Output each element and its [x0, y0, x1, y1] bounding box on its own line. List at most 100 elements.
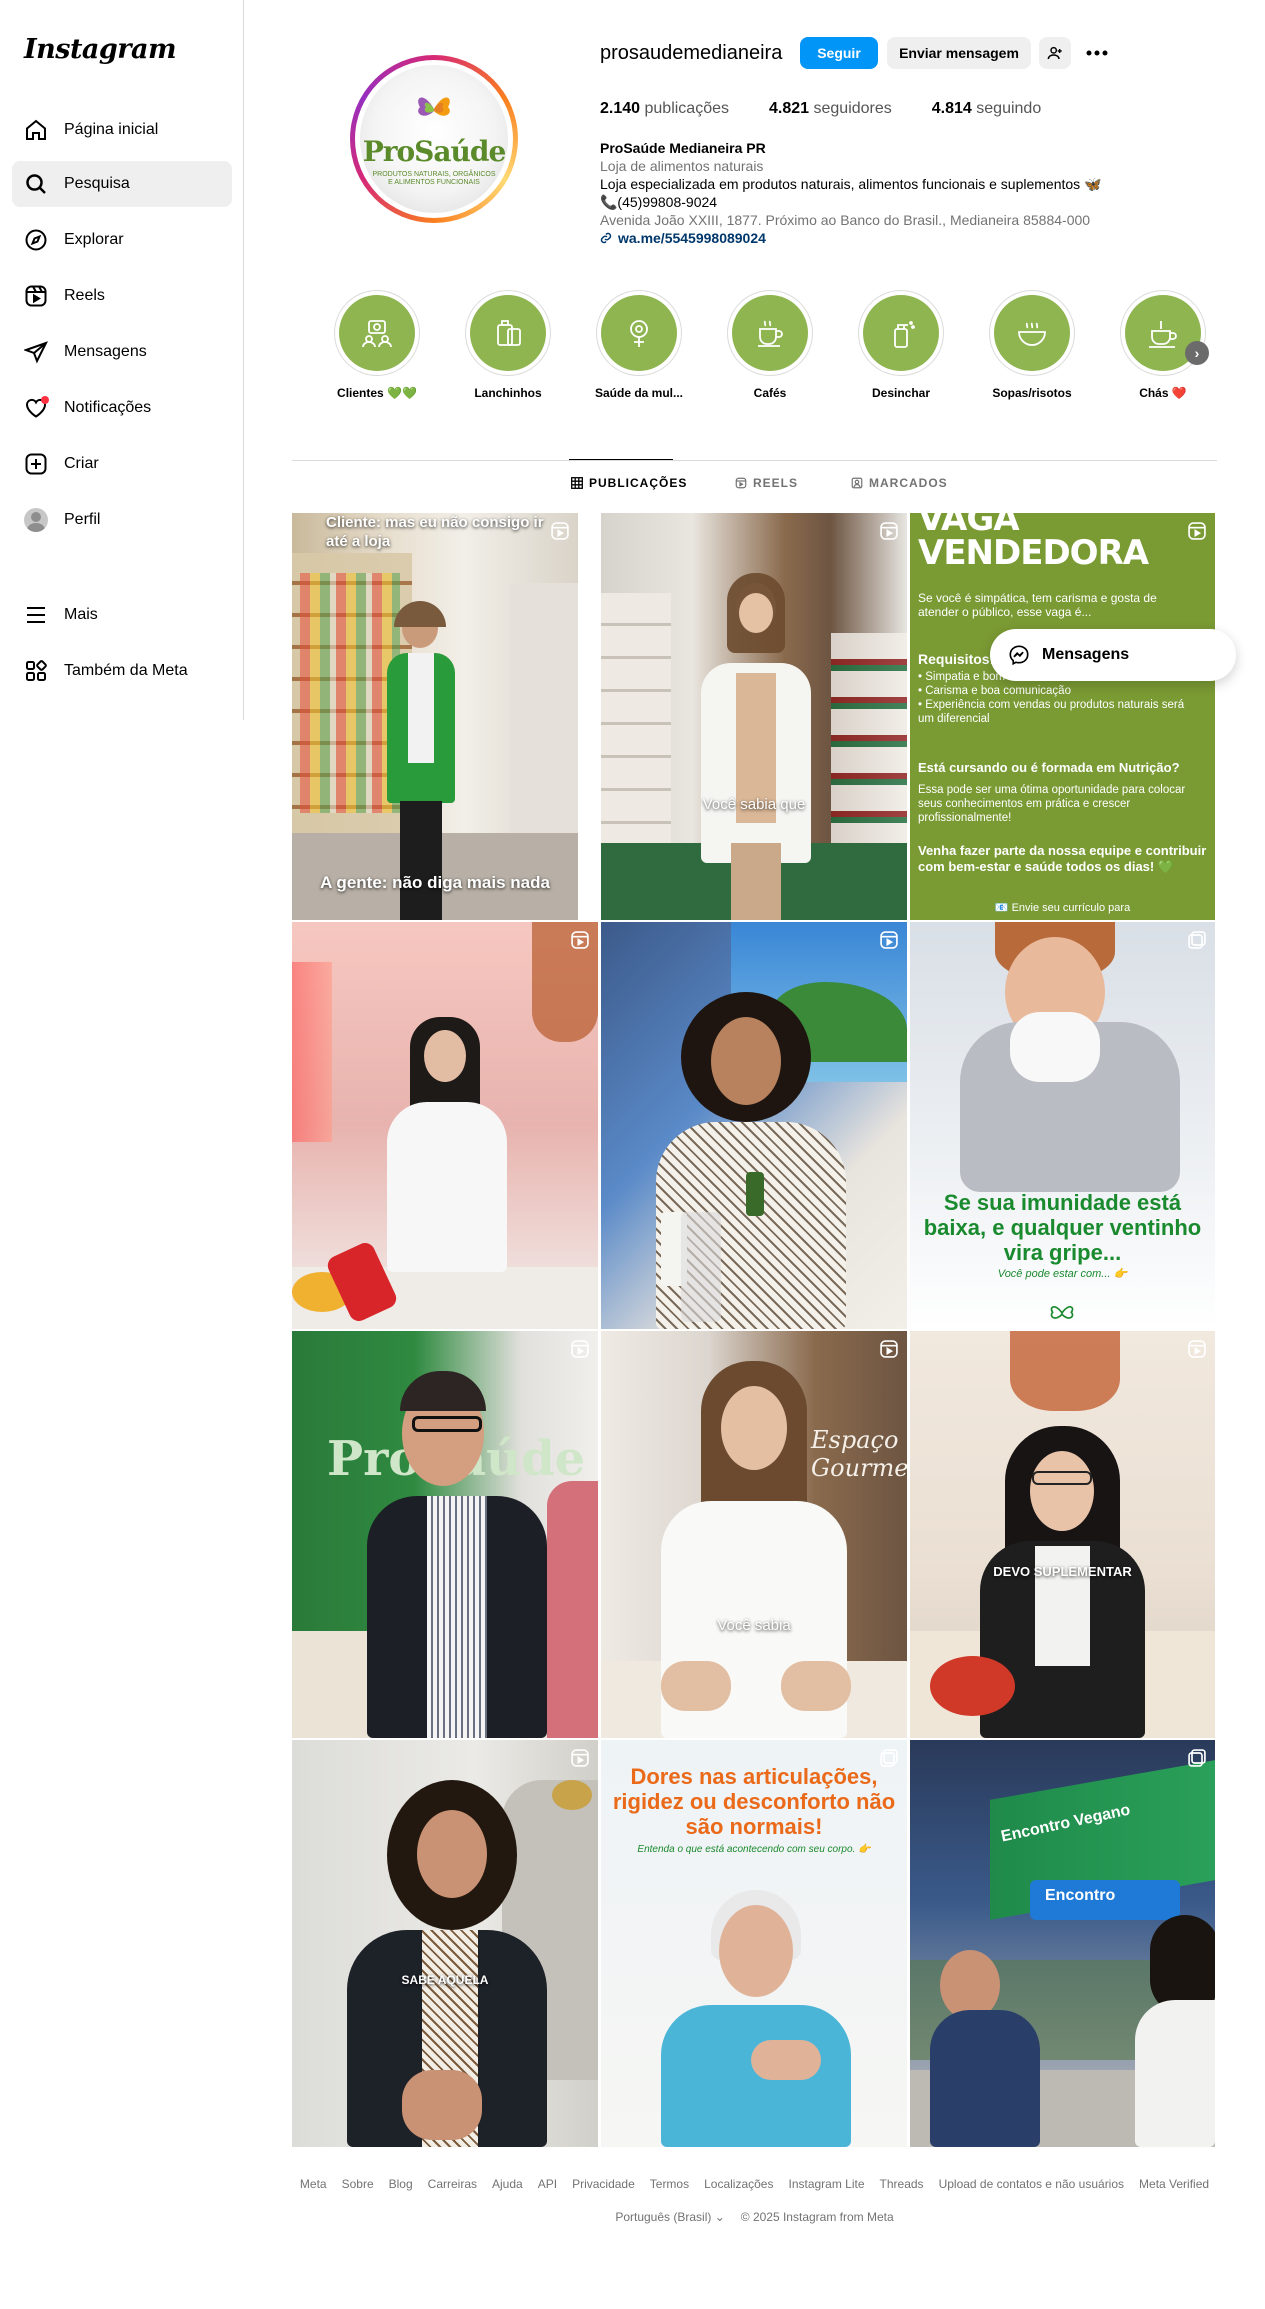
sidebar-item-messages[interactable]: Mensagens [12, 329, 232, 375]
profile-bio: ProSaúde Medianeira PR Loja de alimentos… [600, 139, 1120, 247]
sidebar-item-also-from-meta[interactable]: Também da Meta [12, 648, 232, 694]
highlight-sopas[interactable]: Sopas/risotos [987, 290, 1077, 400]
instagram-logo[interactable]: Instagram [24, 34, 177, 65]
footer-link[interactable]: Localizações [704, 2177, 773, 2191]
post-tile[interactable]: SABE AQUELA [292, 1740, 598, 2147]
menu-icon [24, 603, 48, 627]
highlight-label: Cafés [753, 386, 787, 400]
post-subtext: Você pode estar com... 👉 [997, 1268, 1128, 1280]
footer-link[interactable]: Instagram Lite [788, 2177, 864, 2191]
footer-link[interactable]: Ajuda [492, 2177, 523, 2191]
coffee-icon [758, 320, 783, 347]
post-caption-top: Cliente: mas eu não consigo ir até a loj… [326, 514, 544, 550]
following-count[interactable]: 4.814 seguindo [932, 100, 1041, 118]
footer-bottom: Português (Brasil) ⌄ © 2025 Instagram fr… [292, 2210, 1217, 2224]
more-options-button[interactable] [1081, 37, 1113, 69]
post-tile[interactable]: ProSaúde [292, 1331, 598, 1738]
post-title-line2: VENDEDORA [918, 533, 1149, 573]
footer-link[interactable]: Meta Verified [1139, 2177, 1209, 2191]
footer-link[interactable]: Blog [389, 2177, 413, 2191]
footer-link[interactable]: Meta [300, 2177, 327, 2191]
post-footer: 📧 Envie seu currículo para [994, 902, 1131, 914]
suggested-users-button[interactable] [1039, 37, 1071, 69]
footer-link[interactable]: Sobre [342, 2177, 374, 2191]
send-icon [24, 340, 48, 364]
tab-reels[interactable]: REELS [735, 476, 798, 490]
sidebar-item-create[interactable]: Criar [12, 441, 232, 487]
language-selector[interactable]: Português (Brasil) ⌄ [615, 2210, 724, 2224]
sidebar-item-more[interactable]: Mais [12, 592, 232, 638]
sidebar: Instagram Página inicial Pesquisa Explor… [0, 0, 244, 720]
search-icon [24, 172, 48, 196]
post-tile[interactable]: Você sabia que [601, 513, 907, 920]
post-tile[interactable]: Espaço Gourmet Você sabia [601, 1331, 907, 1738]
tea-icon [1149, 321, 1177, 348]
grid-icon [571, 477, 583, 489]
tab-publicacoes[interactable]: PUBLICAÇÕES [571, 476, 687, 490]
post-headline: Dores nas articulações, rigidez ou desco… [612, 1764, 896, 1839]
footer-link[interactable]: API [538, 2177, 557, 2191]
spray-icon [894, 321, 915, 348]
link-icon [600, 232, 612, 244]
post-tile[interactable]: Dores nas articulações, rigidez ou desco… [601, 1740, 907, 2147]
sidebar-item-label: Perfil [64, 511, 101, 528]
bio-address[interactable]: Avenida João XXIII, 1877. Próximo ao Ban… [600, 211, 1120, 229]
highlight-lanchinhos[interactable]: Lanchinhos [463, 290, 553, 400]
post-question-text: Essa pode ser uma ótima oportunidade par… [918, 784, 1186, 824]
post-tile[interactable]: DEVO SUPLEMENTAR [910, 1331, 1215, 1738]
post-question: Está cursando ou é formada em Nutrição? [918, 760, 1180, 775]
reel-badge-icon [880, 522, 898, 540]
highlight-desinchar[interactable]: Desinchar [856, 290, 946, 400]
highlight-clientes[interactable]: Clientes 💚💚 [332, 290, 422, 400]
post-tile[interactable]: Se sua imunidade está baixa, e qualquer … [910, 922, 1215, 1329]
carousel-badge-icon [880, 1749, 898, 1767]
post-tile[interactable]: Encontro Vegano Encontro [910, 1740, 1215, 2147]
messages-floating-button[interactable]: Mensagens [990, 629, 1236, 681]
profile-picture[interactable]: ProSaúde PRODUTOS NATURAIS, ORGÂNICOS E … [350, 55, 518, 223]
highlights-next-button[interactable]: › [1185, 341, 1209, 365]
post-caption: SABE AQUELA [401, 1973, 489, 1987]
sidebar-item-label: Página inicial [64, 121, 159, 138]
footer-link[interactable]: Termos [650, 2177, 689, 2191]
followers-count[interactable]: 4.821 seguidores [769, 100, 892, 118]
sidebar-item-home[interactable]: Página inicial [12, 107, 232, 153]
footer-link[interactable]: Carreiras [428, 2177, 477, 2191]
sidebar-item-explore[interactable]: Explorar [12, 217, 232, 263]
post-tile[interactable]: Cliente: mas eu não consigo ir até a loj… [292, 513, 578, 920]
tagged-icon [851, 477, 863, 489]
post-sign-2: Encontro [1045, 1887, 1116, 1904]
sidebar-item-label: Explorar [64, 231, 124, 248]
sidebar-item-search[interactable]: Pesquisa [12, 161, 232, 207]
highlight-label: Sopas/risotos [992, 386, 1072, 400]
sidebar-item-label: Mais [64, 606, 98, 623]
bio-phone: 📞(45)99808-9024 [600, 194, 718, 210]
sidebar-item-reels[interactable]: Reels [12, 273, 232, 319]
butterfly-logo-icon [1050, 1306, 1074, 1319]
post-tile[interactable] [601, 922, 907, 1329]
female-icon [630, 320, 648, 347]
highlight-cafes[interactable]: Cafés [725, 290, 815, 400]
sidebar-item-profile[interactable]: Perfil [12, 497, 232, 543]
post-caption-bottom: A gente: não diga mais nada [320, 873, 550, 892]
posts-count: 2.140 publicações [600, 100, 729, 117]
people-icon [362, 320, 392, 348]
profile-display-name: ProSaúde Medianeira PR [600, 140, 766, 156]
sidebar-item-label: Criar [64, 455, 99, 472]
highlight-saude-mulher[interactable]: Saúde da mul... [594, 290, 684, 400]
post-caption: Você sabia [717, 1617, 791, 1634]
footer-link[interactable]: Privacidade [572, 2177, 635, 2191]
bio-link[interactable]: wa.me/5545998089024 [600, 229, 1120, 247]
highlight-label: Saúde da mul... [594, 386, 684, 400]
post-sign: Espaço Gourmet [811, 1426, 907, 1482]
post-tile[interactable] [292, 922, 598, 1329]
footer-link[interactable]: Upload de contatos e não usuários [939, 2177, 1124, 2191]
footer-link[interactable]: Threads [880, 2177, 924, 2191]
post-subtext: Entenda o que está acontecendo com seu c… [637, 1844, 871, 1855]
carousel-badge-icon [1188, 1749, 1206, 1767]
post-tile[interactable]: VAGA VENDEDORA Se você é simpática, tem … [910, 513, 1215, 920]
sidebar-item-notifications[interactable]: Notificações [12, 385, 232, 431]
tab-marcados[interactable]: MARCADOS [851, 476, 948, 490]
follow-button[interactable]: Seguir [800, 37, 878, 69]
send-message-button[interactable]: Enviar mensagem [887, 37, 1031, 69]
reel-badge-icon [880, 931, 898, 949]
